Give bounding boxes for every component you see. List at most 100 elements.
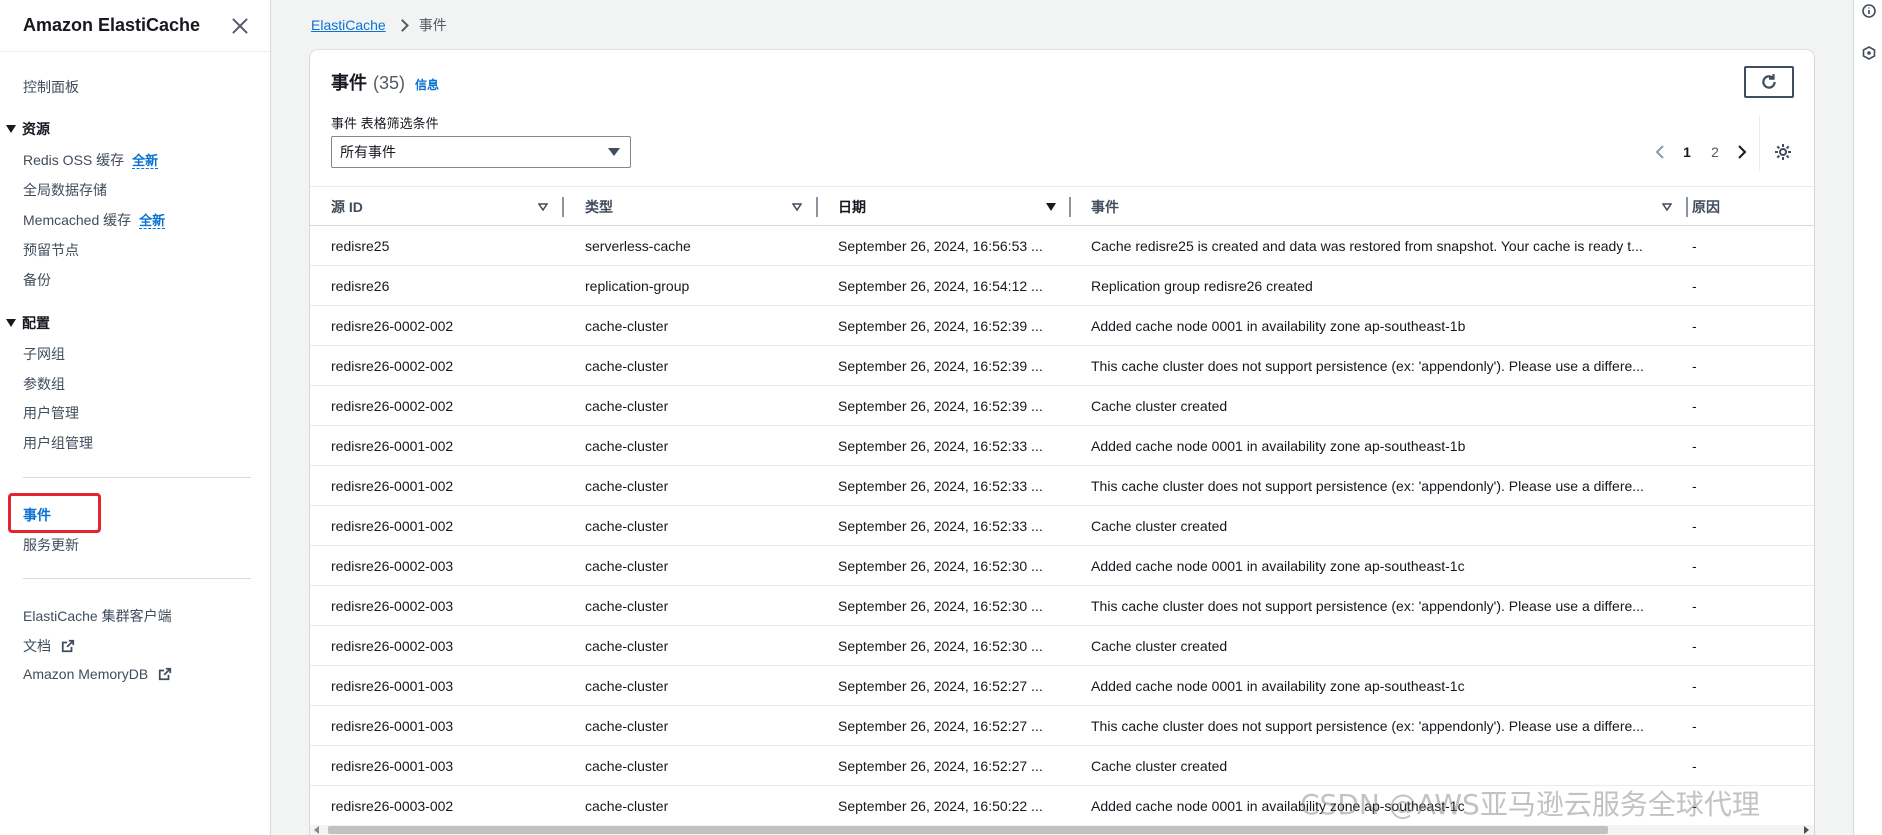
- scroll-right-icon[interactable]: [1804, 826, 1809, 834]
- sidebar-item-redis-oss[interactable]: Redis OSS 缓存 全新: [23, 150, 159, 170]
- info-link[interactable]: 信息: [415, 76, 439, 93]
- cell-type: cache-cluster: [585, 557, 669, 574]
- breadcrumb-link-elasticache[interactable]: ElastiCache: [311, 17, 386, 33]
- cell-type: cache-cluster: [585, 437, 669, 454]
- table-row[interactable]: redisre26-0002-002 cache-cluster September…: [310, 306, 1814, 346]
- sidebar-item-events[interactable]: 事件: [23, 505, 51, 525]
- table-row[interactable]: redisre26 replication-group September 26, …: [310, 266, 1814, 306]
- cell-reason: -: [1692, 317, 1697, 334]
- event-filter-select[interactable]: 所有事件: [331, 136, 631, 168]
- sidebar-header: Amazon ElastiCache: [0, 0, 270, 52]
- column-resizer[interactable]: [562, 197, 564, 217]
- cell-reason: -: [1692, 357, 1697, 374]
- sidebar-item-memorydb[interactable]: Amazon MemoryDB: [23, 666, 172, 682]
- cell-source-id: redisre26-0002-003: [331, 557, 454, 574]
- new-badge: 全新: [132, 153, 159, 169]
- page-2-button[interactable]: 2: [1701, 144, 1729, 160]
- sort-icon[interactable]: [792, 203, 802, 211]
- cell-type: cache-cluster: [585, 677, 669, 694]
- cell-date: September 26, 2024, 16:56:53 ...: [838, 237, 1043, 254]
- cell-type: cache-cluster: [585, 597, 669, 614]
- prev-page-button[interactable]: [1647, 142, 1673, 162]
- cell-reason: -: [1692, 437, 1697, 454]
- next-page-button[interactable]: [1729, 142, 1755, 162]
- column-header-reason[interactable]: 原因: [1692, 187, 1720, 226]
- cell-reason: -: [1692, 637, 1697, 654]
- page-1-button[interactable]: 1: [1673, 144, 1701, 160]
- cell-date: September 26, 2024, 16:52:33 ...: [838, 517, 1043, 534]
- column-header-type[interactable]: 类型: [585, 187, 613, 226]
- sidebar-section-config[interactable]: 配置: [6, 313, 50, 333]
- sort-icon[interactable]: [538, 203, 548, 211]
- column-resizer[interactable]: [1069, 197, 1071, 217]
- events-panel: 事件 (35) 信息 事件 表格筛选条件 所有事件 1 2 源 ID 类型 日期…: [310, 50, 1814, 835]
- table-row[interactable]: redisre26-0002-002 cache-cluster September…: [310, 346, 1814, 386]
- cell-event: Cache cluster created: [1091, 397, 1228, 414]
- table-row[interactable]: redisre26-0003-002 cache-cluster September…: [310, 786, 1814, 826]
- cell-event: Added cache node 0001 in availability zo…: [1091, 797, 1465, 814]
- sidebar-section-resources[interactable]: 资源: [6, 119, 50, 139]
- table-row[interactable]: redisre25 serverless-cache September 26, 2…: [310, 226, 1814, 266]
- table-row[interactable]: redisre26-0002-002 cache-cluster September…: [310, 386, 1814, 426]
- column-header-event[interactable]: 事件: [1091, 187, 1119, 226]
- chevron-left-icon: [1655, 145, 1664, 159]
- sidebar-item-parameter-groups[interactable]: 参数组: [23, 374, 65, 394]
- table-row[interactable]: redisre26-0001-003 cache-cluster September…: [310, 706, 1814, 746]
- sidebar-item-user-group-management[interactable]: 用户组管理: [23, 433, 93, 453]
- sidebar-item-label: Redis OSS 缓存: [23, 152, 125, 168]
- cell-source-id: redisre26-0002-002: [331, 397, 454, 414]
- sort-desc-icon[interactable]: [1046, 203, 1056, 211]
- cell-type: cache-cluster: [585, 477, 669, 494]
- column-header-source-id[interactable]: 源 ID: [331, 187, 363, 226]
- table-row[interactable]: redisre26-0002-003 cache-cluster September…: [310, 546, 1814, 586]
- table-row[interactable]: redisre26-0001-002 cache-cluster September…: [310, 506, 1814, 546]
- tutorial-icon[interactable]: [1862, 46, 1876, 60]
- cell-date: September 26, 2024, 16:52:33 ...: [838, 437, 1043, 454]
- cell-source-id: redisre26-0001-002: [331, 517, 454, 534]
- breadcrumb-current: 事件: [418, 17, 447, 33]
- sidebar-item-subnet-groups[interactable]: 子网组: [23, 344, 65, 364]
- sidebar-item-reserved-nodes[interactable]: 预留节点: [23, 240, 79, 260]
- table-header: 源 ID 类型 日期 事件 原因: [310, 186, 1814, 226]
- close-icon[interactable]: [230, 16, 250, 36]
- cell-date: September 26, 2024, 16:52:33 ...: [838, 477, 1043, 494]
- cell-event: Added cache node 0001 in availability zo…: [1091, 317, 1466, 334]
- column-resizer[interactable]: [816, 197, 818, 217]
- sidebar-item-backups[interactable]: 备份: [23, 270, 51, 290]
- cell-source-id: redisre26-0001-002: [331, 477, 454, 494]
- info-icon[interactable]: [1862, 4, 1876, 18]
- refresh-button[interactable]: [1744, 66, 1794, 98]
- table-row[interactable]: redisre26-0001-003 cache-cluster September…: [310, 666, 1814, 706]
- scrollbar-thumb[interactable]: [328, 826, 1608, 834]
- sidebar-item-cluster-client[interactable]: ElastiCache 集群客户端: [23, 606, 172, 626]
- cell-type: cache-cluster: [585, 717, 669, 734]
- table-row[interactable]: redisre26-0001-003 cache-cluster September…: [310, 746, 1814, 786]
- table-row[interactable]: redisre26-0001-002 cache-cluster September…: [310, 466, 1814, 506]
- events-count: (35): [373, 73, 406, 93]
- table-row[interactable]: redisre26-0002-003 cache-cluster September…: [310, 626, 1814, 666]
- table-row[interactable]: redisre26-0001-002 cache-cluster September…: [310, 426, 1814, 466]
- page-title: 事件 (35) 信息: [331, 69, 439, 95]
- sidebar-section-label: 资源: [22, 121, 50, 137]
- sidebar-divider: [23, 477, 251, 478]
- sidebar-section-label: 配置: [22, 315, 50, 331]
- column-header-date[interactable]: 日期: [838, 187, 866, 226]
- scroll-left-icon[interactable]: [314, 826, 319, 834]
- sidebar-item-user-management[interactable]: 用户管理: [23, 403, 79, 423]
- table-row[interactable]: redisre26-0002-003 cache-cluster September…: [310, 586, 1814, 626]
- pagination: 1 2: [1647, 142, 1755, 162]
- column-resizer[interactable]: [1686, 197, 1688, 217]
- cell-reason: -: [1692, 677, 1697, 694]
- sidebar-item-dashboard[interactable]: 控制面板: [23, 77, 79, 97]
- table-settings-button[interactable]: [1773, 142, 1793, 162]
- cell-source-id: redisre26-0001-003: [331, 757, 454, 774]
- sort-icon[interactable]: [1662, 203, 1672, 211]
- horizontal-scrollbar[interactable]: [310, 825, 1814, 835]
- sidebar-item-memcached[interactable]: Memcached 缓存 全新: [23, 210, 166, 230]
- chevron-right-icon: [395, 18, 409, 32]
- external-link-icon: [159, 667, 172, 681]
- sidebar-item-service-updates[interactable]: 服务更新: [23, 535, 79, 555]
- cell-type: cache-cluster: [585, 637, 669, 654]
- sidebar-item-global-datastore[interactable]: 全局数据存储: [23, 180, 107, 200]
- sidebar-item-docs[interactable]: 文档: [23, 636, 75, 656]
